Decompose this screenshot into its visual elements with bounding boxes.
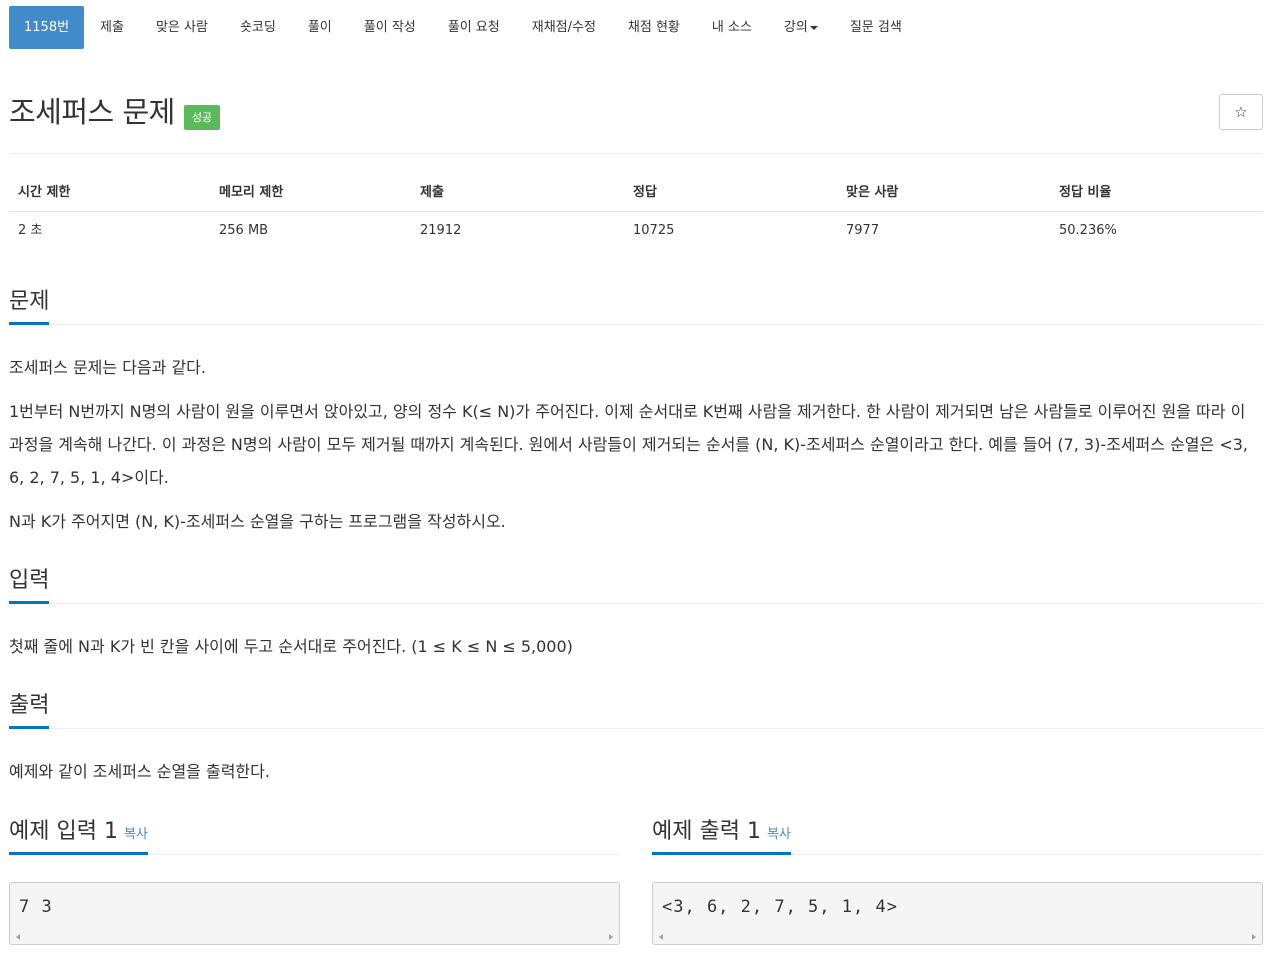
description-paragraph-1: 조세퍼스 문제는 다음과 같다.	[9, 358, 206, 377]
scroll-right-arrow-icon[interactable]	[1252, 934, 1256, 940]
output-section-header: 출력	[9, 689, 1263, 729]
nav-tab-status[interactable]: 채점 현황	[612, 6, 696, 49]
table-header-row: 시간 제한 메모리 제한 제출 정답 맞은 사람 정답 비율	[9, 176, 1263, 212]
nav-tab-question-search[interactable]: 질문 검색	[834, 6, 918, 49]
sample-output-title: 예제 출력 1	[652, 819, 761, 844]
scroll-left-arrow-icon[interactable]	[659, 934, 663, 940]
nav-tab-my-source[interactable]: 내 소스	[696, 6, 768, 49]
problem-nav: 1158번 제출 맞은 사람 숏코딩 풀이 풀이 작성 풀이 요청 재채점/수정…	[9, 6, 918, 49]
description-paragraph-2: 1번부터 N번까지 N명의 사람이 원을 이루면서 앉아있고, 양의 정수 K(…	[9, 402, 1248, 487]
memory-limit-value: 256 MB	[219, 223, 269, 238]
sample-input-title: 예제 입력 1	[9, 819, 118, 844]
submissions-value: 21912	[420, 223, 462, 238]
sample-output-box[interactable]: <3, 6, 2, 7, 5, 1, 4>	[652, 882, 1263, 945]
header-accepted-users: 맞은 사람	[846, 185, 899, 200]
horizontal-scrollbar[interactable]	[11, 931, 618, 943]
header-submissions: 제출	[420, 185, 444, 200]
description-heading: 문제	[9, 285, 50, 325]
nav-tab-lectures[interactable]: 강의	[768, 6, 834, 49]
horizontal-scrollbar[interactable]	[654, 931, 1261, 943]
table-row: 2 초 256 MB 21912 10725 7977 50.236%	[9, 212, 1263, 250]
output-heading: 출력	[9, 689, 50, 729]
nav-tab-solutions[interactable]: 풀이	[292, 6, 348, 49]
scroll-right-arrow-icon[interactable]	[609, 934, 613, 940]
problem-info-table: 시간 제한 메모리 제한 제출 정답 맞은 사람 정답 비율 2 초 256 M…	[9, 176, 1263, 250]
description-paragraph-3: N과 K가 주어지면 (N, K)-조세퍼스 순열을 구하는 프로그램을 작성하…	[9, 512, 506, 531]
nav-tab-short-coding[interactable]: 숏코딩	[224, 6, 292, 49]
nav-tab-write-solution[interactable]: 풀이 작성	[348, 6, 432, 49]
sample-input-box[interactable]: 7 3	[9, 882, 620, 945]
header-memory-limit: 메모리 제한	[219, 185, 284, 200]
input-heading: 입력	[9, 564, 50, 604]
sample-output-content: <3, 6, 2, 7, 5, 1, 4>	[662, 897, 898, 917]
nav-tab-rejudge[interactable]: 재채점/수정	[516, 6, 612, 49]
header-time-limit: 시간 제한	[18, 185, 71, 200]
caret-down-icon	[809, 25, 818, 30]
page-title: 조세퍼스 문제	[9, 95, 175, 129]
nav-tab-problem[interactable]: 1158번	[9, 6, 85, 49]
nav-lectures-label: 강의	[783, 20, 808, 35]
description-section-header: 문제	[9, 285, 1263, 325]
sample-output-heading: 예제 출력 1 복사	[652, 815, 791, 855]
nav-tab-request-solution[interactable]: 풀이 요청	[432, 6, 516, 49]
sample-input-heading: 예제 입력 1 복사	[9, 815, 148, 855]
copy-sample-input-button[interactable]: 복사	[124, 827, 148, 842]
scroll-left-arrow-icon[interactable]	[16, 934, 20, 940]
time-limit-value: 2 초	[18, 223, 43, 238]
sample-output-section-header: 예제 출력 1 복사	[652, 815, 1263, 855]
accepted-value: 10725	[633, 223, 675, 238]
nav-tab-accepted-users[interactable]: 맞은 사람	[140, 6, 224, 49]
problem-title-row: 조세퍼스 문제 성공	[9, 92, 221, 132]
star-button[interactable]: ☆	[1219, 94, 1263, 130]
header-accepted: 정답	[633, 185, 657, 200]
accepted-users-value: 7977	[846, 223, 880, 238]
sample-input-content: 7 3	[19, 897, 53, 917]
star-icon: ☆	[1234, 103, 1248, 121]
header-accept-ratio: 정답 비율	[1059, 185, 1112, 200]
input-description: 첫째 줄에 N과 K가 빈 칸을 사이에 두고 순서대로 주어진다. (1 ≤ …	[9, 637, 573, 656]
sample-input-section-header: 예제 입력 1 복사	[9, 815, 620, 855]
status-badge: 성공	[183, 105, 221, 130]
nav-tab-submit[interactable]: 제출	[84, 6, 140, 49]
input-section-header: 입력	[9, 564, 1263, 604]
copy-sample-output-button[interactable]: 복사	[767, 827, 791, 842]
title-divider	[9, 153, 1263, 154]
output-description: 예제와 같이 조세퍼스 순열을 출력한다.	[9, 762, 270, 781]
accept-ratio-value: 50.236%	[1059, 223, 1117, 238]
